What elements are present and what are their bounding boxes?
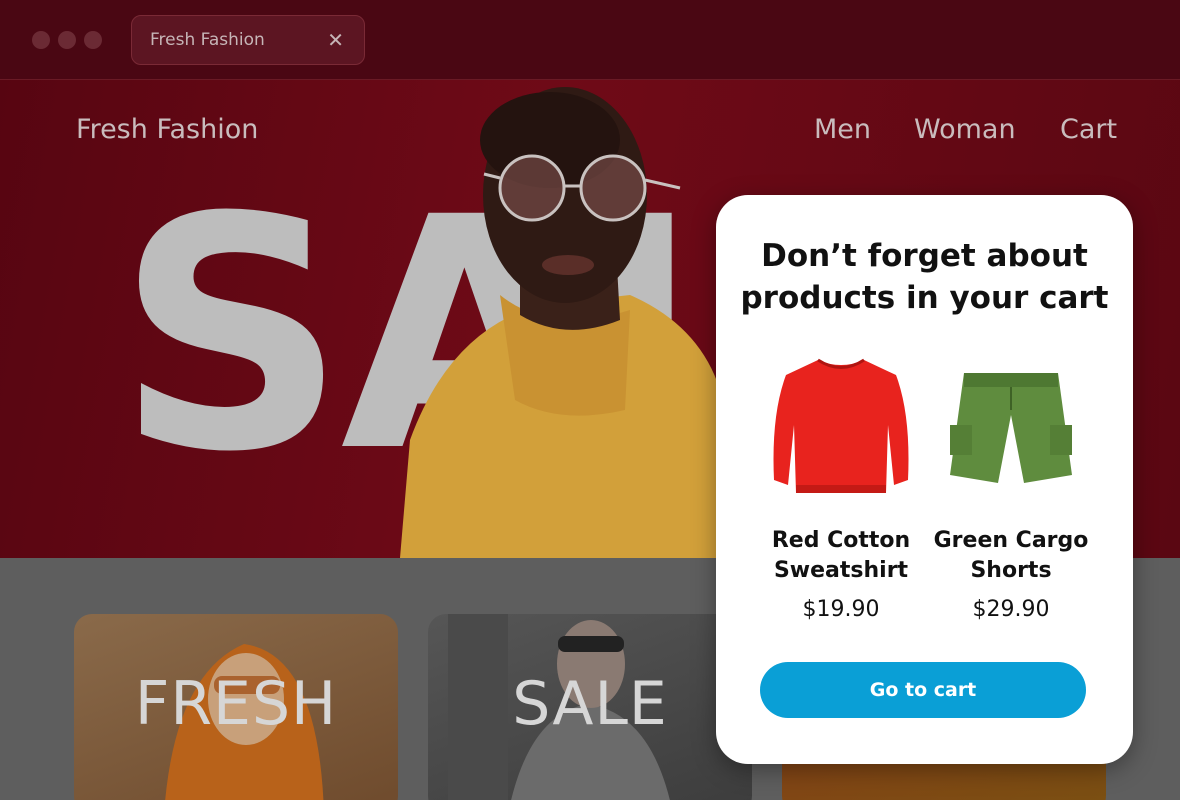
product-price-2: $29.90 (972, 597, 1050, 622)
browser-tab[interactable]: Fresh Fashion ✕ (131, 15, 365, 65)
window-maximize-dot[interactable] (84, 31, 102, 49)
cart-reminder-popup: Don’t forget about products in your cart… (716, 195, 1133, 764)
nav-link-men[interactable]: Men (814, 114, 871, 145)
category-card-fresh[interactable]: FRESH (74, 614, 398, 800)
product-name-1[interactable]: Red Cotton Sweatshirt (746, 526, 936, 586)
product-price-1: $19.90 (802, 597, 880, 622)
hero-model-image (400, 87, 730, 558)
close-icon[interactable]: ✕ (327, 29, 344, 51)
window-minimize-dot[interactable] (58, 31, 76, 49)
product-name-2[interactable]: Green Cargo Shorts (916, 526, 1106, 586)
nav-link-cart[interactable]: Cart (1060, 114, 1117, 145)
tab-title: Fresh Fashion (150, 30, 265, 50)
browser-chrome: Fresh Fashion ✕ (0, 0, 1180, 80)
popup-title: Don’t forget about products in your cart (740, 238, 1109, 316)
site-logo[interactable]: Fresh Fashion (76, 114, 258, 145)
window-close-dot[interactable] (32, 31, 50, 49)
category-card-sale[interactable]: SALE (428, 614, 752, 800)
green-shorts-image[interactable] (936, 355, 1086, 505)
nav-link-woman[interactable]: Woman (914, 114, 1016, 145)
red-sweatshirt-image[interactable] (766, 355, 916, 505)
go-to-cart-button[interactable]: Go to cart (760, 662, 1086, 718)
category-title-fresh: FRESH (134, 669, 338, 739)
category-title-sale: SALE (512, 669, 668, 739)
